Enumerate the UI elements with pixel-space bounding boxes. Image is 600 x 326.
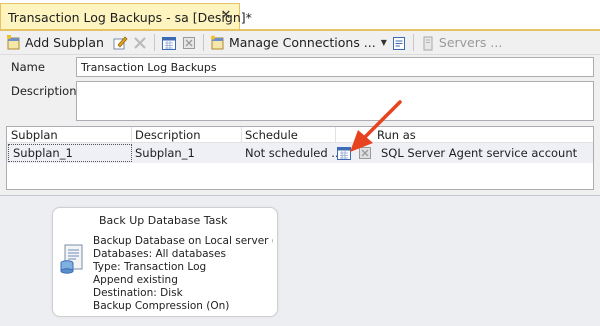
description-field[interactable] xyxy=(76,81,594,121)
remove-schedule-icon xyxy=(181,35,197,51)
subplan-properties-icon xyxy=(112,35,128,51)
column-divider xyxy=(131,127,132,143)
manage-connections-label: Manage Connections ... xyxy=(228,35,376,50)
servers-label: Servers ... xyxy=(438,35,503,50)
name-field[interactable]: Transaction Log Backups xyxy=(76,57,594,77)
remove-schedule-button[interactable] xyxy=(179,33,199,53)
designer-toolbar: Add Subplan Manage Connections ... ▼ Ser… xyxy=(0,31,600,55)
cell-description[interactable]: Subplan_1 xyxy=(135,146,195,160)
name-field-value: Transaction Log Backups xyxy=(81,61,217,74)
chevron-down-icon[interactable]: ▼ xyxy=(381,38,387,47)
toolbar-separator xyxy=(153,34,155,51)
column-header-run-as[interactable]: Run as xyxy=(377,128,416,142)
column-header-description[interactable]: Description xyxy=(135,128,201,142)
document-tab-title: Transaction Log Backups - sa [Design]* xyxy=(8,9,252,25)
task-detail-line: Append existing xyxy=(93,274,178,286)
column-divider xyxy=(241,127,242,143)
manage-connections-button[interactable]: Manage Connections ... xyxy=(208,33,378,53)
task-detail-line: Backup Database on Local server ( xyxy=(93,235,273,247)
delete-icon xyxy=(132,35,148,51)
column-divider xyxy=(335,127,336,143)
toolbar-separator xyxy=(202,34,204,51)
task-detail-line: Type: Transaction Log xyxy=(93,261,207,273)
cell-subplan[interactable]: Subplan_1 xyxy=(13,146,73,160)
task-detail-line: Backup Compression (On) xyxy=(93,300,230,312)
backup-task-icon xyxy=(59,243,85,275)
delete-button[interactable] xyxy=(130,33,150,53)
column-header-schedule[interactable]: Schedule xyxy=(245,128,298,142)
table-row[interactable]: Subplan_1 Subplan_1 Not scheduled ... SQ… xyxy=(7,143,593,163)
servers-icon xyxy=(420,35,436,51)
close-icon[interactable]: ✕ xyxy=(218,8,234,24)
cell-schedule[interactable]: Not scheduled ... xyxy=(245,146,342,160)
cell-run-as[interactable]: SQL Server Agent service account xyxy=(381,146,577,160)
toolbar-separator xyxy=(412,34,414,51)
add-subplan-icon xyxy=(6,34,22,51)
task-detail-line: Destination: Disk xyxy=(93,287,183,299)
task-title: Back Up Database Task xyxy=(99,214,228,227)
document-tab-strip: Transaction Log Backups - sa [Design]* ✕ xyxy=(0,0,600,31)
column-header-subplan[interactable]: Subplan xyxy=(11,128,58,142)
reporting-logging-icon xyxy=(391,35,407,51)
remove-schedule-icon[interactable] xyxy=(357,145,373,161)
reporting-logging-button[interactable] xyxy=(389,33,409,53)
task-detail-line: Databases: All databases xyxy=(93,248,226,260)
add-subplan-button[interactable]: Add Subplan xyxy=(4,33,106,53)
subplan-schedule-button[interactable] xyxy=(159,33,179,53)
backup-database-task[interactable]: Back Up Database Task Backup Database on… xyxy=(52,207,278,317)
servers-button[interactable]: Servers ... xyxy=(418,33,504,53)
subplan-schedule-icon xyxy=(161,35,177,51)
subplan-schedule-icon[interactable] xyxy=(336,145,352,161)
subplan-grid: Subplan Description Schedule Run as Subp… xyxy=(6,126,594,190)
grid-header: Subplan Description Schedule Run as xyxy=(7,127,593,143)
document-tab[interactable]: Transaction Log Backups - sa [Design]* ✕ xyxy=(0,3,252,30)
description-label: Description xyxy=(11,84,77,98)
add-subplan-label: Add Subplan xyxy=(25,35,104,50)
name-label: Name xyxy=(11,60,45,74)
subplan-properties-button[interactable] xyxy=(110,33,130,53)
manage-connections-icon xyxy=(210,35,226,51)
